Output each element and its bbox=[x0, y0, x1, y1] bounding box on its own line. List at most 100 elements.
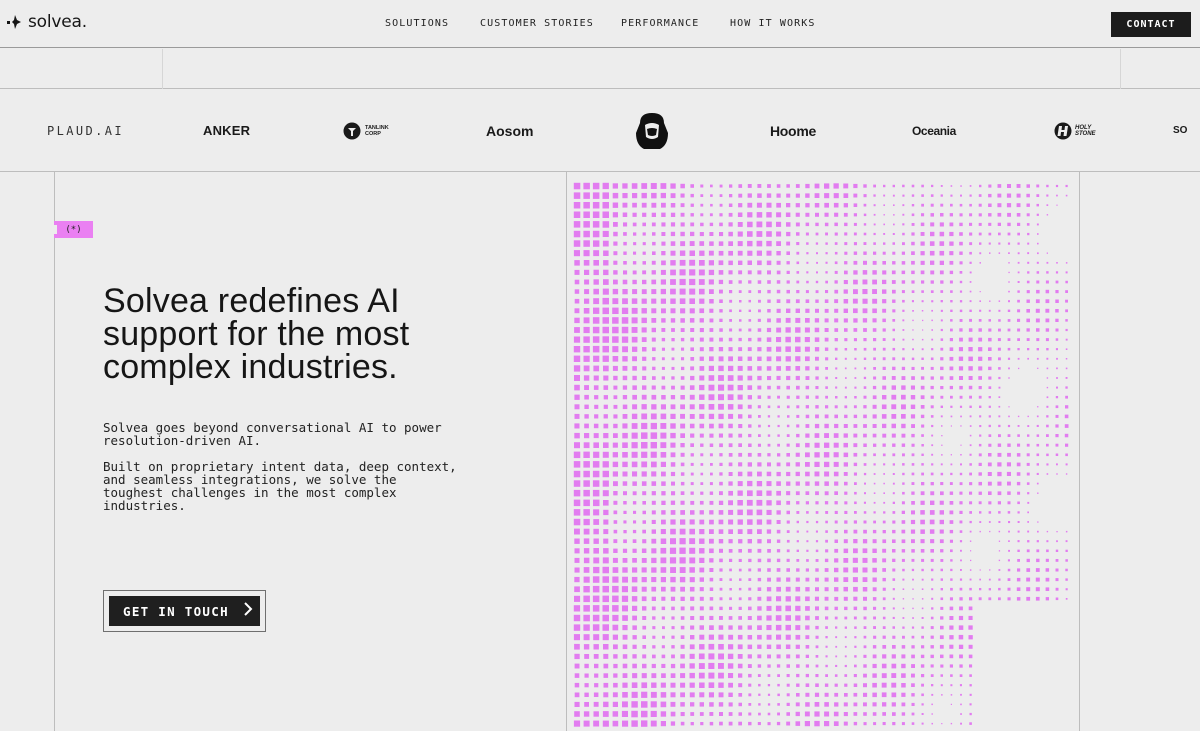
halftone-dot bbox=[767, 184, 771, 188]
halftone-dot bbox=[902, 309, 905, 312]
halftone-dot bbox=[796, 568, 800, 572]
halftone-dot bbox=[738, 549, 742, 553]
halftone-dot bbox=[690, 357, 695, 361]
halftone-dot bbox=[872, 318, 877, 323]
halftone-dot bbox=[776, 529, 781, 534]
nav-performance[interactable]: PERFORMANCE bbox=[621, 18, 699, 29]
halftone-dot bbox=[670, 692, 676, 698]
halftone-dot bbox=[652, 645, 656, 649]
nav-solutions[interactable]: SOLUTIONS bbox=[385, 18, 449, 29]
halftone-dot bbox=[816, 261, 818, 264]
halftone-dot bbox=[641, 327, 647, 333]
halftone-dot bbox=[737, 634, 743, 640]
halftone-dot bbox=[950, 694, 953, 696]
halftone-dot bbox=[758, 424, 761, 428]
hero-headline: Solvea redefines AI support for the most… bbox=[103, 282, 410, 386]
halftone-dot bbox=[843, 289, 848, 294]
halftone-dot bbox=[902, 635, 905, 639]
halftone-dot bbox=[613, 241, 618, 246]
halftone-dot bbox=[574, 528, 580, 535]
halftone-dot bbox=[661, 510, 666, 515]
halftone-dot bbox=[910, 395, 916, 400]
halftone-dot bbox=[748, 280, 752, 284]
halftone-dot bbox=[631, 413, 638, 420]
halftone-dot bbox=[1036, 357, 1039, 360]
halftone-dot bbox=[883, 463, 886, 466]
halftone-dot bbox=[632, 471, 638, 477]
halftone-dot bbox=[959, 482, 963, 486]
nav-customer-stories[interactable]: CUSTOMER STORIES bbox=[480, 18, 594, 29]
halftone-dot bbox=[786, 251, 790, 255]
halftone-dot bbox=[641, 596, 647, 602]
halftone-dot bbox=[969, 530, 972, 533]
halftone-dot bbox=[959, 213, 963, 217]
halftone-dot bbox=[689, 298, 695, 304]
nav-how-it-works[interactable]: HOW IT WORKS bbox=[730, 18, 815, 29]
halftone-dot bbox=[883, 233, 886, 235]
halftone-dot bbox=[940, 203, 944, 207]
halftone-dot bbox=[958, 625, 964, 630]
halftone-dot bbox=[843, 702, 848, 707]
halftone-dot bbox=[748, 597, 752, 601]
halftone-dot bbox=[679, 576, 686, 583]
halftone-dot bbox=[805, 615, 810, 621]
halftone-dot bbox=[756, 481, 763, 487]
contact-button[interactable]: CONTACT bbox=[1111, 12, 1191, 37]
halftone-dot bbox=[1016, 453, 1021, 457]
halftone-dot bbox=[998, 357, 1001, 361]
halftone-dot bbox=[833, 202, 839, 208]
halftone-dot bbox=[603, 548, 609, 554]
halftone-dot bbox=[805, 501, 809, 505]
halftone-dot bbox=[1055, 405, 1059, 409]
halftone-dot bbox=[728, 539, 733, 544]
halftone-dot bbox=[748, 337, 752, 342]
halftone-dot bbox=[843, 472, 848, 476]
halftone-dot bbox=[690, 222, 695, 227]
get-in-touch-button[interactable]: GET IN TOUCH bbox=[109, 596, 260, 626]
halftone-dot bbox=[728, 433, 733, 438]
halftone-dot bbox=[844, 386, 847, 389]
halftone-dot bbox=[728, 443, 733, 448]
halftone-dot bbox=[583, 548, 590, 554]
halftone-dot bbox=[1055, 271, 1059, 274]
halftone-dot bbox=[718, 500, 724, 505]
halftone-dot bbox=[718, 375, 724, 381]
halftone-dot bbox=[1037, 521, 1039, 523]
halftone-dot bbox=[892, 578, 896, 581]
halftone-dot bbox=[690, 606, 695, 611]
halftone-dot bbox=[612, 336, 619, 343]
halftone-dot bbox=[824, 683, 829, 687]
halftone-dot bbox=[583, 182, 590, 190]
halftone-dot bbox=[593, 701, 599, 707]
halftone-dot bbox=[621, 710, 628, 717]
halftone-dot bbox=[728, 472, 733, 476]
halftone-dot bbox=[661, 318, 666, 323]
halftone-dot bbox=[901, 645, 906, 649]
halftone-dot bbox=[690, 366, 695, 371]
halftone-dot bbox=[795, 702, 800, 707]
halftone-dot bbox=[786, 491, 791, 496]
halftone-dot bbox=[641, 471, 647, 477]
halftone-dot bbox=[670, 538, 676, 545]
halftone-dot bbox=[689, 528, 695, 535]
halftone-dot bbox=[573, 480, 581, 487]
halftone-dot bbox=[940, 684, 943, 687]
halftone-dot bbox=[786, 270, 790, 274]
halftone-dot bbox=[786, 577, 791, 582]
halftone-dot bbox=[613, 231, 618, 237]
halftone-dot bbox=[583, 624, 590, 631]
halftone-dot bbox=[892, 501, 895, 504]
halftone-dot bbox=[835, 386, 838, 389]
halftone-dot bbox=[978, 491, 982, 495]
halftone-dot bbox=[959, 520, 963, 524]
halftone-dot bbox=[1027, 348, 1030, 351]
halftone-dot bbox=[1035, 568, 1040, 572]
halftone-dot bbox=[881, 692, 887, 698]
halftone-dot bbox=[902, 491, 905, 495]
halftone-dot bbox=[814, 481, 820, 486]
halftone-dot bbox=[583, 720, 590, 727]
halftone-dot bbox=[930, 260, 935, 265]
halftone-dot bbox=[911, 223, 915, 226]
halftone-dot bbox=[912, 310, 914, 312]
halftone-dot bbox=[834, 558, 839, 563]
